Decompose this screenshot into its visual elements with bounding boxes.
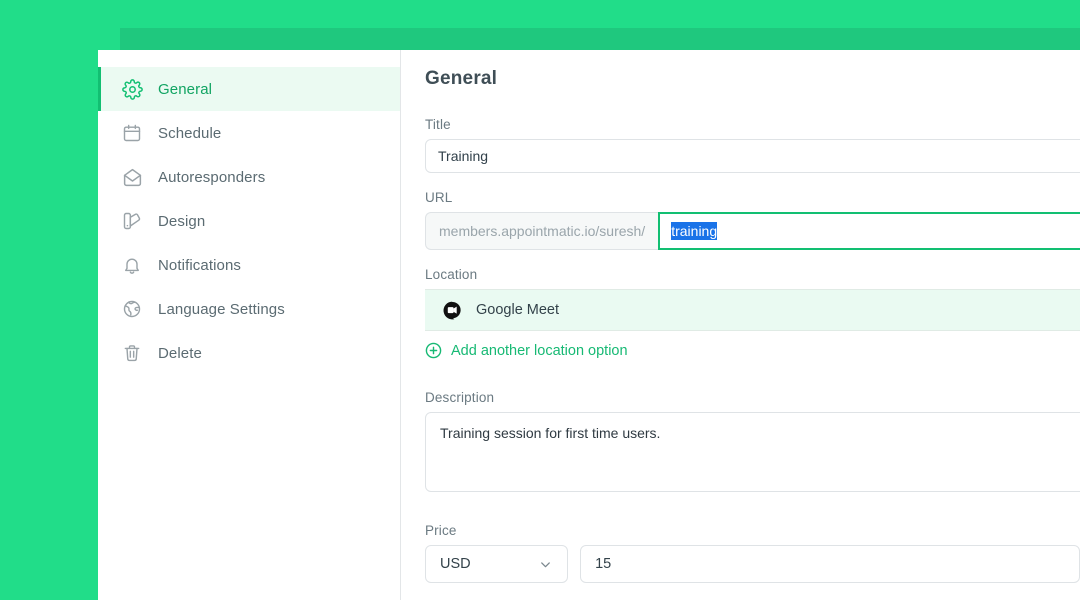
description-textarea[interactable]: Training session for first time users. bbox=[425, 412, 1080, 492]
price-field-group: Price USD 15 bbox=[425, 523, 1080, 583]
sidebar-item-notifications[interactable]: Notifications bbox=[98, 243, 400, 287]
sidebar-item-language-settings[interactable]: Language Settings bbox=[98, 287, 400, 331]
calendar-icon bbox=[121, 122, 143, 144]
google-meet-icon bbox=[442, 300, 463, 321]
sidebar-item-general[interactable]: General bbox=[98, 67, 400, 111]
palette-icon bbox=[121, 210, 143, 232]
top-bar-strip bbox=[120, 28, 1080, 50]
settings-sidebar: General Schedule Autoresponders Design N… bbox=[98, 50, 401, 600]
title-input-value: Training bbox=[438, 148, 489, 164]
price-amount-input[interactable]: 15 bbox=[580, 545, 1080, 583]
url-input-row: members.appointmatic.io/suresh/ training bbox=[425, 212, 1080, 250]
location-field-group: Location Google Meet Add another locatio… bbox=[425, 267, 1080, 359]
url-field-group: URL members.appointmatic.io/suresh/ trai… bbox=[425, 190, 1080, 250]
price-input-row: USD 15 bbox=[425, 545, 1080, 583]
sidebar-item-label: General bbox=[158, 80, 213, 98]
sidebar-item-label: Notifications bbox=[158, 256, 242, 274]
sidebar-item-label: Language Settings bbox=[158, 300, 285, 318]
sidebar-item-delete[interactable]: Delete bbox=[98, 331, 400, 375]
url-slug-input[interactable]: training bbox=[658, 212, 1080, 250]
description-field-group: Description Training session for first t… bbox=[425, 390, 1080, 492]
location-label: Location bbox=[425, 267, 478, 282]
currency-select-value: USD bbox=[440, 556, 471, 572]
location-option-name: Google Meet bbox=[476, 302, 560, 318]
globe-icon bbox=[121, 298, 143, 320]
envelope-icon bbox=[121, 166, 143, 188]
location-option-row[interactable]: Google Meet bbox=[425, 289, 1080, 331]
trash-icon bbox=[121, 342, 143, 364]
plus-circle-icon bbox=[425, 342, 442, 359]
description-value: Training session for first time users. bbox=[440, 425, 661, 441]
title-input[interactable]: Training bbox=[425, 139, 1080, 173]
url-label: URL bbox=[425, 190, 453, 205]
chevron-down-icon bbox=[538, 557, 553, 572]
price-amount-value: 15 bbox=[595, 556, 612, 572]
currency-select[interactable]: USD bbox=[425, 545, 569, 583]
gear-icon bbox=[121, 78, 143, 100]
add-location-option-label: Add another location option bbox=[451, 342, 628, 359]
price-label: Price bbox=[425, 523, 457, 538]
sidebar-item-label: Schedule bbox=[158, 124, 222, 142]
sidebar-item-label: Design bbox=[158, 212, 206, 230]
url-slug-value: training bbox=[671, 222, 718, 240]
description-label: Description bbox=[425, 390, 495, 405]
general-settings-form: General Title Training URL members.appoi… bbox=[401, 50, 1080, 600]
url-prefix: members.appointmatic.io/suresh/ bbox=[425, 212, 659, 250]
page-title: General bbox=[425, 68, 498, 89]
sidebar-item-schedule[interactable]: Schedule bbox=[98, 111, 400, 155]
sidebar-item-label: Delete bbox=[158, 344, 202, 362]
settings-panel: General Schedule Autoresponders Design N… bbox=[98, 50, 1080, 600]
add-location-option-button[interactable]: Add another location option bbox=[425, 342, 628, 359]
sidebar-item-design[interactable]: Design bbox=[98, 199, 400, 243]
sidebar-item-autoresponders[interactable]: Autoresponders bbox=[98, 155, 400, 199]
bell-icon bbox=[121, 254, 143, 276]
title-field-group: Title Training bbox=[425, 117, 1080, 173]
sidebar-item-label: Autoresponders bbox=[158, 168, 266, 186]
title-label: Title bbox=[425, 117, 451, 132]
